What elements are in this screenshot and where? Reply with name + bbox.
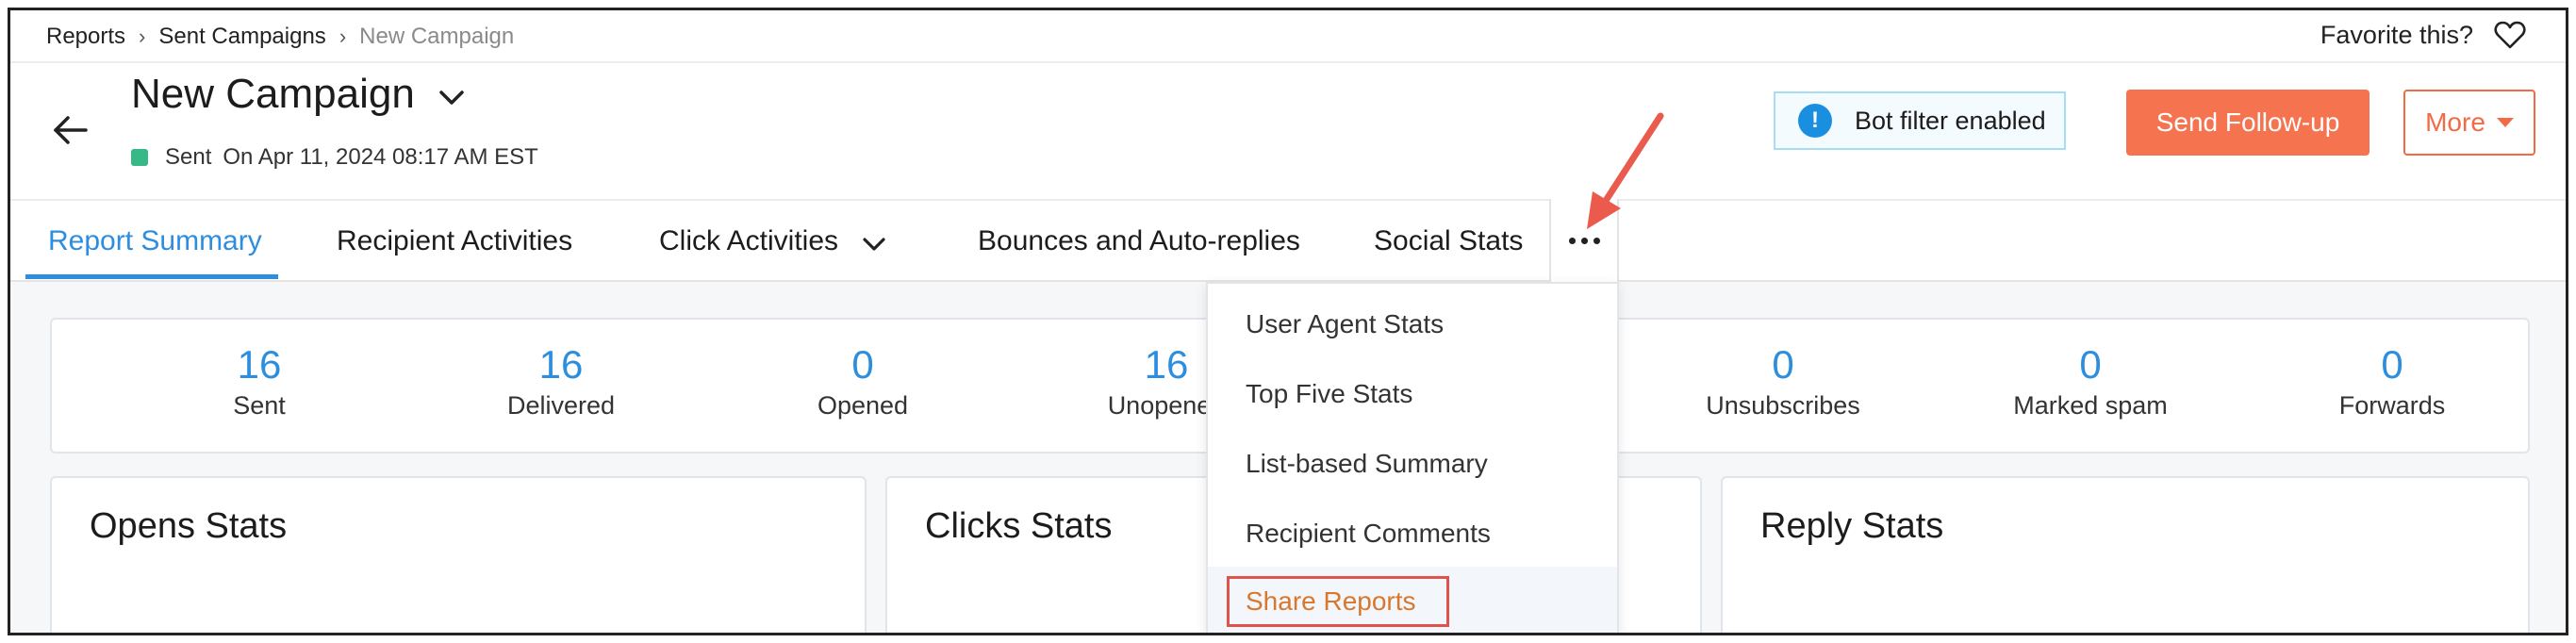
stat-label: Unsubscribes [1706, 391, 1860, 420]
info-icon: ! [1798, 104, 1832, 138]
stat-value: 0 [851, 342, 874, 387]
opens-stats-panel: Opens Stats [50, 476, 867, 633]
favorite-label: Favorite this? [2320, 20, 2473, 49]
annotation-arrow-icon [1587, 112, 1664, 229]
campaign-title[interactable]: New Campaign [131, 71, 466, 118]
stat-value: 0 [1772, 342, 1794, 387]
stat-marked-spam[interactable]: 0 Marked spam [1968, 344, 2213, 420]
tab-label: Social Stats [1374, 225, 1524, 256]
menu-item-label: List-based Summary [1246, 449, 1488, 478]
breadcrumb-current: New Campaign [359, 24, 515, 49]
tab-recipient-activities[interactable]: Recipient Activities [337, 201, 572, 282]
panel-title: Reply Stats [1760, 506, 1944, 546]
caret-down-icon [2496, 118, 2514, 127]
chevron-down-icon[interactable] [438, 89, 466, 107]
tab-label: Bounces and Auto-replies [978, 225, 1300, 256]
bot-filter-label: Bot filter enabled [1855, 106, 2046, 135]
menu-item-label: Top Five Stats [1246, 379, 1413, 408]
tab-click-activities[interactable]: Click Activities [659, 201, 887, 282]
stat-opened[interactable]: 0 Opened [740, 344, 985, 420]
stat-delivered[interactable]: 16 Delivered [438, 344, 684, 420]
send-follow-up-button[interactable]: Send Follow-up [2126, 90, 2370, 156]
chevron-right-icon: › [139, 25, 146, 48]
top-bar: Reports › Sent Campaigns › New Campaign … [10, 10, 2566, 63]
menu-item-recipient-comments[interactable]: Recipient Comments [1208, 499, 1617, 569]
page-title: New Campaign [131, 71, 415, 117]
menu-item-share-reports[interactable]: Share Reports [1208, 567, 1617, 633]
tab-label: Click Activities [659, 225, 839, 256]
stat-label: Forwards [2338, 391, 2446, 420]
stat-value: 16 [538, 342, 584, 387]
favorite-toggle[interactable]: Favorite this? [2320, 20, 2526, 50]
menu-item-user-agent-stats[interactable]: User Agent Stats [1208, 289, 1617, 359]
stat-unsubscribes[interactable]: 0 Unsubscribes [1660, 344, 1906, 420]
tab-report-summary[interactable]: Report Summary [48, 201, 262, 282]
stat-label: Marked spam [2013, 391, 2168, 420]
app-window: Reports › Sent Campaigns › New Campaign … [8, 8, 2568, 635]
tab-label: Recipient Activities [337, 225, 573, 256]
stat-value: 0 [2381, 342, 2403, 387]
tab-bar: Report Summary Recipient Activities Clic… [10, 199, 2566, 282]
panel-title: Opens Stats [90, 506, 288, 546]
breadcrumb-sent-campaigns[interactable]: Sent Campaigns [158, 24, 325, 50]
tab-label: Report Summary [48, 225, 262, 256]
active-tab-indicator [25, 274, 278, 279]
status-time: On Apr 11, 2024 08:17 AM EST [223, 144, 538, 170]
chevron-down-icon[interactable] [861, 236, 887, 253]
bot-filter-badge: ! Bot filter enabled [1774, 91, 2066, 150]
heart-outline-icon[interactable] [2494, 20, 2526, 50]
more-button[interactable]: More [2403, 90, 2535, 156]
status-label: Sent [165, 144, 212, 170]
more-tabs-menu: User Agent Stats Top Five Stats List-bas… [1206, 282, 1619, 633]
tab-social-stats[interactable]: Social Stats [1374, 201, 1523, 282]
menu-item-list-based-summary[interactable]: List-based Summary [1208, 429, 1617, 499]
stat-label: Delivered [506, 391, 616, 420]
reply-stats-panel: Reply Stats [1721, 476, 2530, 633]
status-dot [131, 149, 148, 166]
tab-bounces-auto-replies[interactable]: Bounces and Auto-replies [978, 201, 1300, 282]
stat-sent[interactable]: 16 Sent [137, 344, 382, 420]
menu-item-label: Recipient Comments [1246, 519, 1491, 548]
stat-label: Sent [233, 391, 286, 420]
panel-title: Clicks Stats [925, 506, 1113, 546]
back-arrow-icon[interactable] [48, 108, 91, 152]
stat-label: Opened [817, 391, 909, 420]
menu-item-top-five-stats[interactable]: Top Five Stats [1208, 359, 1617, 429]
highlight-box [1227, 576, 1449, 627]
campaign-status: Sent On Apr 11, 2024 08:17 AM EST [131, 144, 538, 171]
breadcrumb: Reports › Sent Campaigns › New Campaign [46, 24, 514, 50]
stat-value: 0 [2079, 342, 2102, 387]
stat-forwards[interactable]: 0 Forwards [2270, 344, 2515, 420]
breadcrumb-reports[interactable]: Reports [46, 24, 125, 50]
more-button-label: More [2425, 107, 2485, 137]
stat-value: 16 [237, 342, 282, 387]
menu-item-label: User Agent Stats [1246, 309, 1445, 338]
chevron-right-icon: › [339, 25, 347, 48]
